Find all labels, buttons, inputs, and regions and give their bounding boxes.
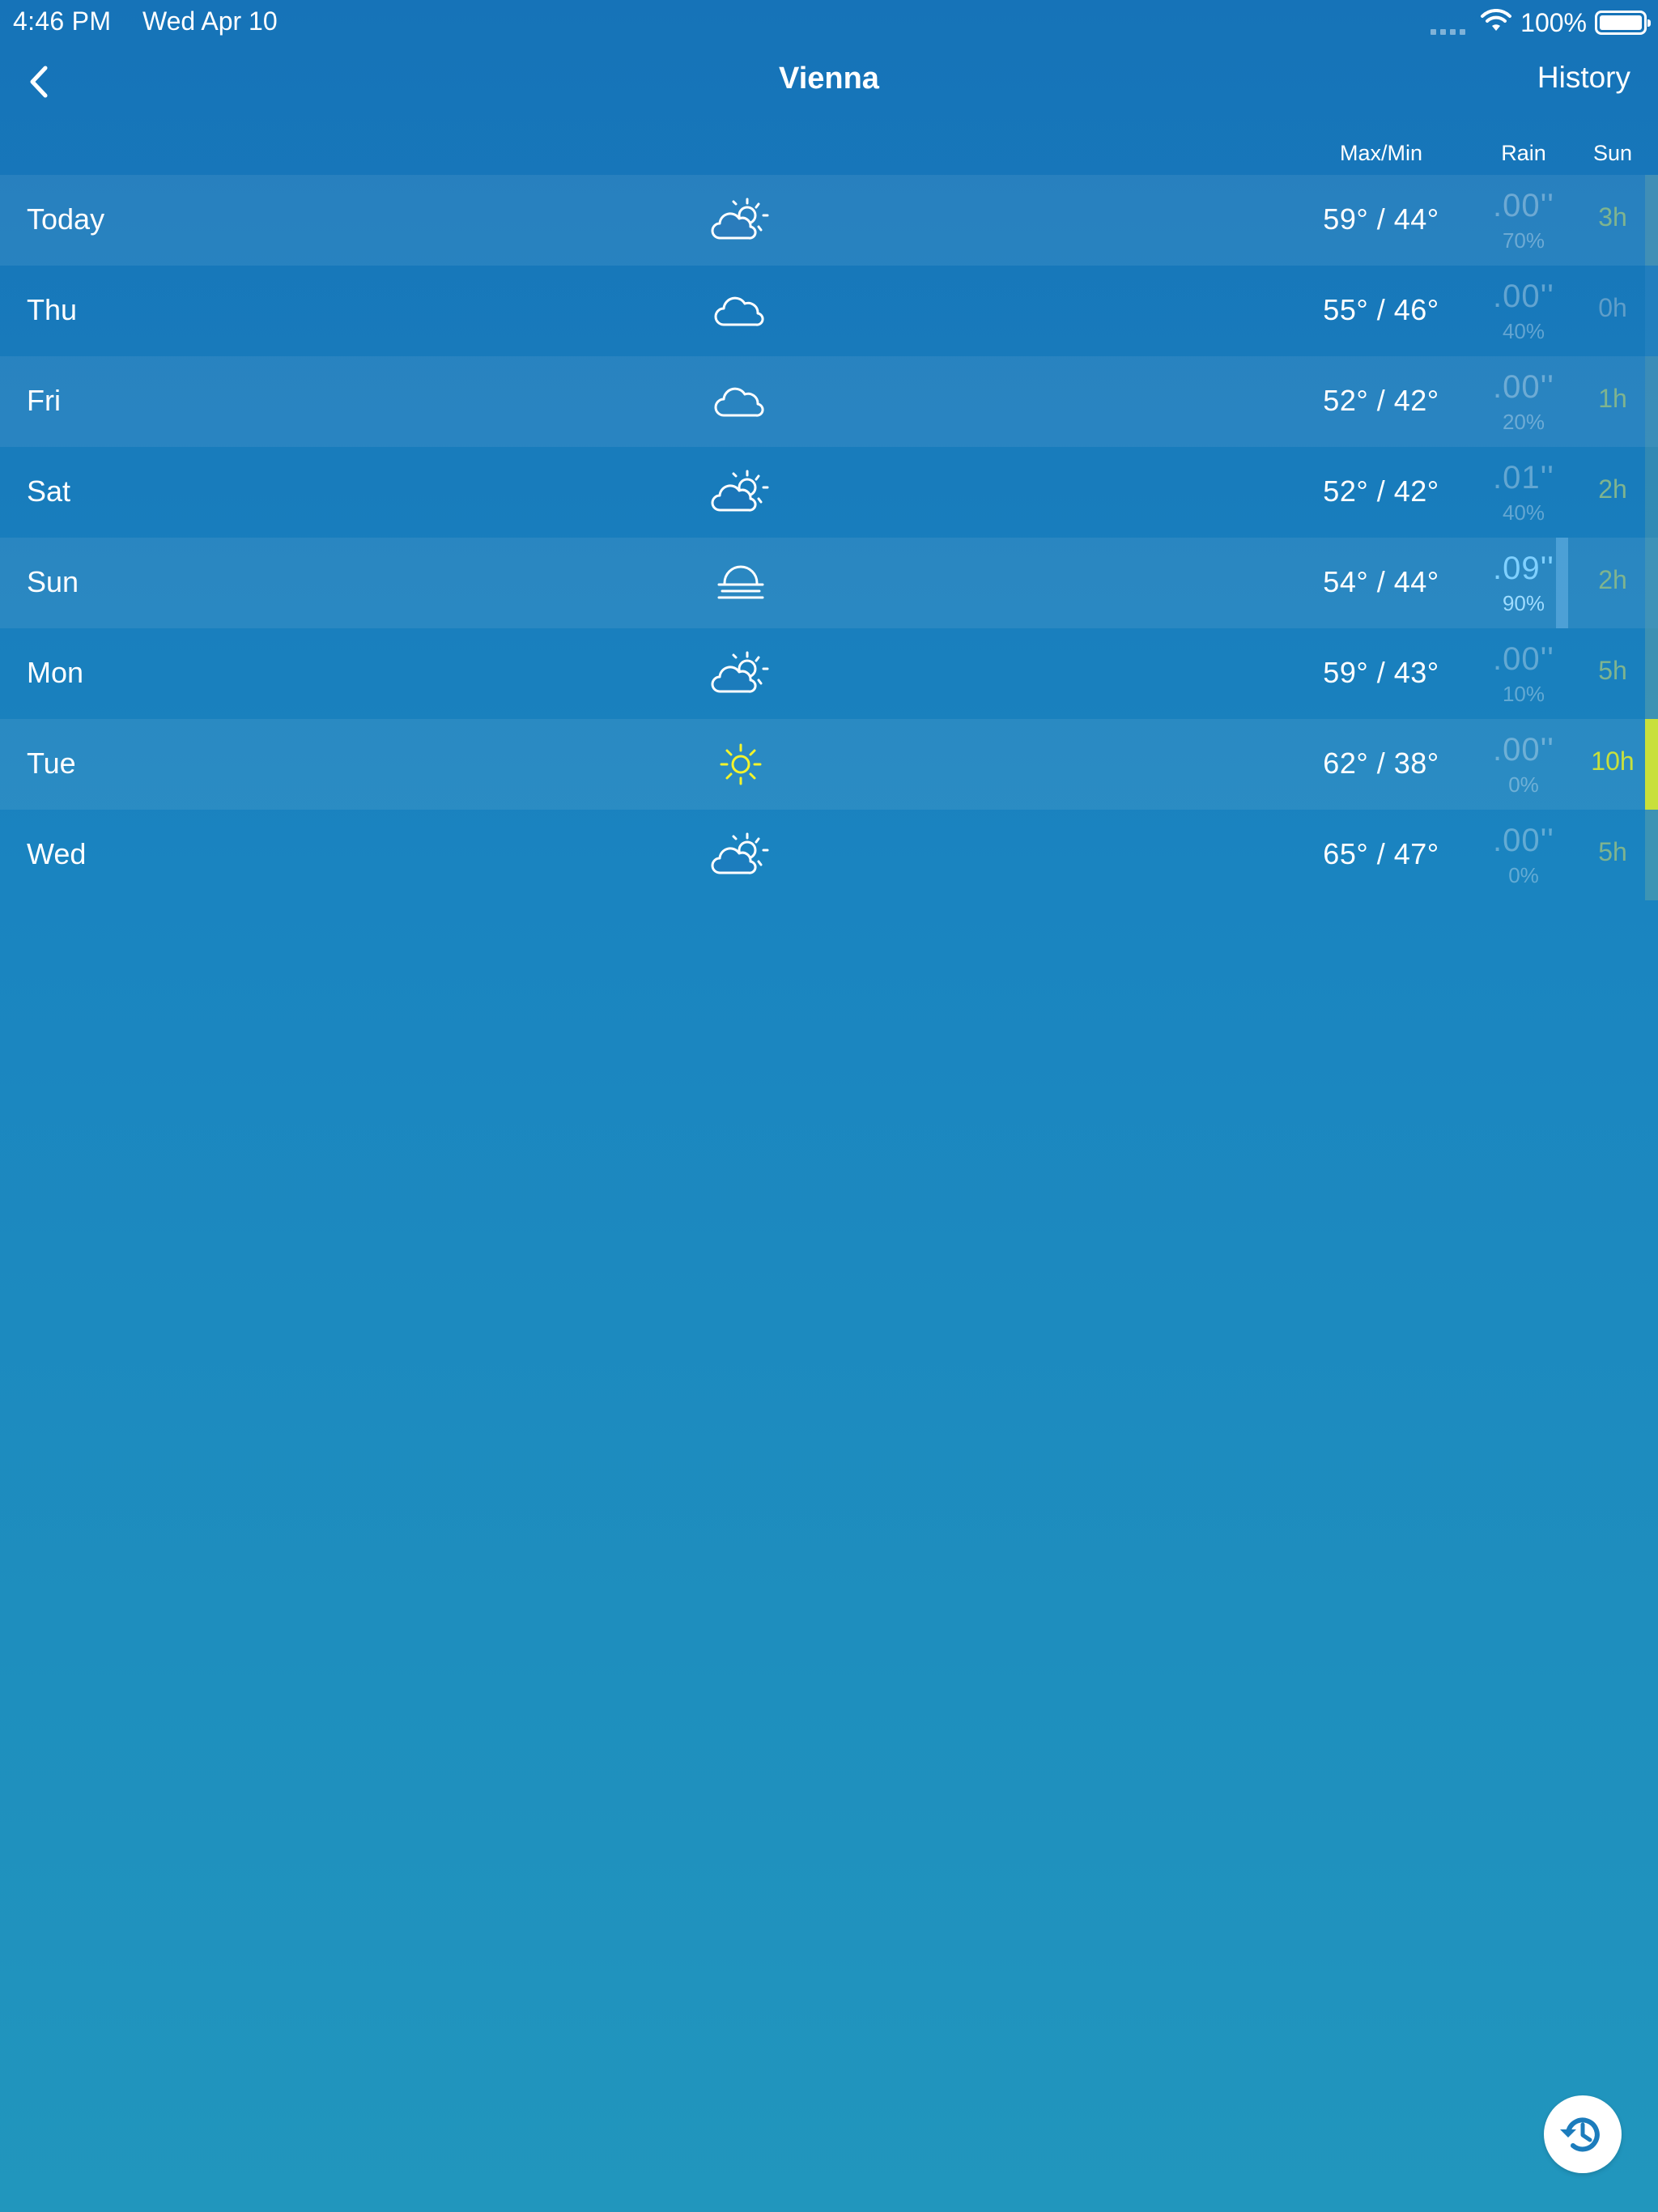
- sun-hours: 10h: [1591, 747, 1635, 776]
- rain-chance: 0%: [1508, 772, 1539, 797]
- forecast-row[interactable]: Today 59° / 44° .00'' 70% 3h: [0, 175, 1658, 266]
- status-date: Wed Apr 10: [142, 6, 278, 36]
- rain-chance: 0%: [1508, 863, 1539, 887]
- sun-hours: 3h: [1598, 202, 1627, 232]
- temperature-maxmin: 55° / 46°: [1323, 293, 1439, 326]
- rain-bar: [1556, 538, 1568, 628]
- rain-amount: .00'': [1493, 279, 1554, 314]
- sun-bar: [1645, 810, 1658, 900]
- day-name: Mon: [27, 656, 84, 689]
- rain-amount: .00'': [1493, 188, 1554, 223]
- temperature-maxmin: 52° / 42°: [1323, 384, 1439, 417]
- sun-icon: [704, 734, 777, 795]
- rain-amount: .00'': [1493, 369, 1554, 405]
- sun-bar: [1645, 175, 1658, 266]
- sun-hours: 0h: [1598, 293, 1627, 322]
- cloud-icon: [704, 280, 777, 342]
- column-header-rain: Rain: [1501, 141, 1546, 165]
- sun-hours: 1h: [1598, 384, 1627, 413]
- sun-bar: [1645, 447, 1658, 538]
- sun-hours: 2h: [1598, 474, 1627, 504]
- temperature-maxmin: 62° / 38°: [1323, 747, 1439, 780]
- rain-chance: 20%: [1502, 410, 1545, 434]
- status-time: 4:46 PM: [13, 6, 112, 36]
- rain-amount: .01'': [1493, 460, 1554, 496]
- rain-chance: 40%: [1502, 500, 1545, 525]
- day-name: Sat: [27, 474, 71, 508]
- column-header-maxmin: Max/Min: [1339, 141, 1422, 165]
- forecast-row[interactable]: Sat 52° / 42° .01'' 40% 2h: [0, 447, 1658, 538]
- partly-cloudy-icon: [704, 643, 777, 704]
- partly-cloudy-icon: [704, 189, 777, 251]
- history-restore-button[interactable]: [1544, 2095, 1622, 2173]
- forecast-row[interactable]: Wed 65° / 47° .00'' 0% 5h: [0, 810, 1658, 900]
- temperature-maxmin: 54° / 44°: [1323, 565, 1439, 598]
- rain-chance: 10%: [1502, 682, 1545, 706]
- wifi-icon: [1480, 8, 1512, 37]
- battery-percentage: 100%: [1520, 7, 1587, 37]
- temperature-maxmin: 59° / 44°: [1323, 202, 1439, 236]
- sun-hours: 2h: [1598, 565, 1627, 594]
- status-bar: 4:46 PM Wed Apr 10 100%: [0, 0, 1658, 45]
- sun-bar: [1645, 356, 1658, 447]
- column-headers: Max/Min Rain Sun: [0, 136, 1658, 168]
- sun-bar: [1645, 266, 1658, 356]
- cellular-signal-icon: [1431, 11, 1466, 35]
- cloud-icon: [704, 371, 777, 432]
- forecast-row[interactable]: Tue 62° / 38° .00'' 0% 10h: [0, 719, 1658, 810]
- sun-bar: [1645, 538, 1658, 628]
- rain-amount: .00'': [1493, 823, 1554, 858]
- rain-amount: .00'': [1493, 732, 1554, 768]
- forecast-row[interactable]: Fri 52° / 42° .00'' 20% 1h: [0, 356, 1658, 447]
- forecast-row[interactable]: Mon 59° / 43° .00'' 10% 5h: [0, 628, 1658, 719]
- status-indicators: 100%: [1431, 6, 1651, 39]
- rain-chance: 40%: [1502, 319, 1545, 343]
- forecast-row[interactable]: Sun 54° / 44° .09'' 90% 2h: [0, 538, 1658, 628]
- history-icon: [1560, 2117, 1600, 2152]
- temperature-maxmin: 59° / 43°: [1323, 656, 1439, 689]
- day-name: Today: [27, 202, 105, 236]
- day-name: Fri: [27, 384, 61, 417]
- partly-cloudy-icon: [704, 824, 777, 886]
- sun-bar: [1645, 719, 1658, 810]
- sun-bar: [1645, 628, 1658, 719]
- day-name: Wed: [27, 837, 87, 870]
- page-title: Vienna: [779, 62, 879, 96]
- battery-icon: [1595, 11, 1651, 35]
- day-name: Sun: [27, 565, 79, 598]
- day-name: Tue: [27, 747, 76, 780]
- temperature-maxmin: 52° / 42°: [1323, 474, 1439, 508]
- sun-hours: 5h: [1598, 656, 1627, 685]
- day-name: Thu: [27, 293, 78, 326]
- partly-cloudy-icon: [704, 462, 777, 523]
- rain-chance: 70%: [1502, 228, 1545, 253]
- forecast-list: Today 59° / 44° .00'' 70% 3h Thu 55° / 4…: [0, 175, 1658, 900]
- nav-bar: Vienna History: [0, 45, 1658, 123]
- history-button[interactable]: History: [1537, 61, 1630, 95]
- sun-hours: 5h: [1598, 837, 1627, 866]
- rain-amount: .00'': [1493, 641, 1554, 677]
- forecast-row[interactable]: Thu 55° / 46° .00'' 40% 0h: [0, 266, 1658, 356]
- column-header-sun: Sun: [1592, 141, 1633, 165]
- temperature-maxmin: 65° / 47°: [1323, 837, 1439, 870]
- fog-icon: [704, 552, 777, 614]
